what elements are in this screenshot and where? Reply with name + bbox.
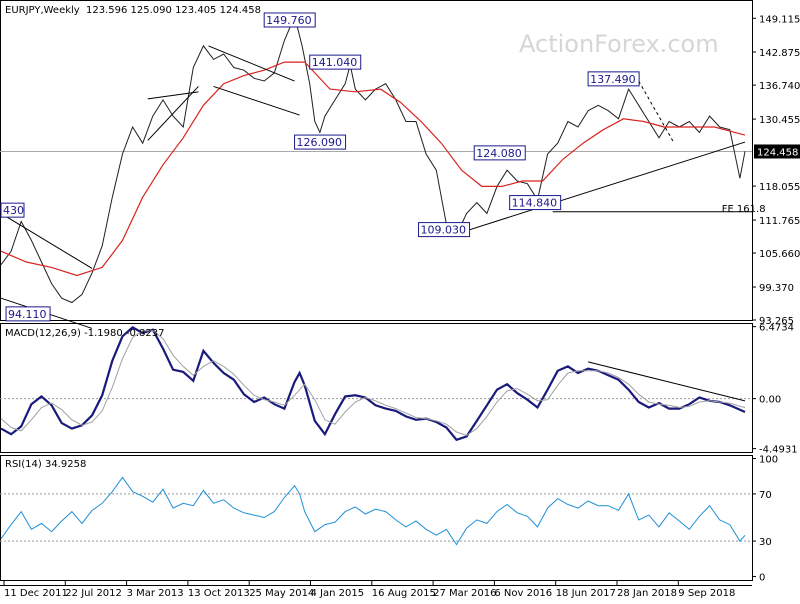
annotation-label: 149.760 — [266, 14, 312, 27]
price-tick-label: 105.660 — [759, 249, 800, 260]
ohlc-values: 123.596 125.090 123.405 124.458 — [86, 5, 261, 16]
annotation-label: 94.110 — [8, 308, 47, 321]
eurjpy-weekly-chart: ActionForex.com 149.115 142.875 136.740 130… — [0, 0, 800, 600]
price-tick-label: 118.055 — [759, 182, 800, 193]
x-tick-label: 4 Jan 2015 — [311, 588, 365, 599]
x-tick-label: 9 Sep 2018 — [678, 588, 735, 599]
macd-title: MACD(12,26,9) -1.1980 -0.8237 — [5, 328, 165, 339]
rsi-title: RSI(14) 34.9258 — [5, 459, 86, 470]
annotation-label: 141.040 — [312, 56, 358, 69]
rsi-tick-label: 100 — [759, 455, 778, 466]
price-tick-label: 136.740 — [759, 81, 800, 92]
annotation-label: 114.840 — [512, 197, 558, 210]
x-tick-label: 11 Dec 2011 — [4, 588, 68, 599]
annotation-label: 430 — [3, 204, 24, 217]
annotation-label: 124.080 — [476, 147, 522, 160]
x-tick-label: 25 May 2014 — [249, 588, 314, 599]
rsi-tick-label: 70 — [759, 490, 772, 501]
rsi-tick-label: 30 — [759, 537, 772, 548]
watermark: ActionForex.com — [519, 30, 719, 58]
x-tick-label: 16 Aug 2015 — [372, 588, 436, 599]
chart-root: ActionForex.com 149.115 142.875 136.740 130… — [0, 0, 800, 600]
annotation-label: 126.090 — [297, 136, 343, 149]
annotation-label: 109.030 — [421, 224, 467, 237]
macd-tick-label: 0.00 — [759, 395, 781, 406]
price-title: EURJPY,Weekly — [5, 5, 80, 16]
x-tick-label: 27 Mar 2016 — [433, 588, 496, 599]
rsi-tick-label: 0 — [759, 572, 765, 583]
price-tick-label: 130.455 — [759, 115, 800, 126]
fe-161-8-label: FE 161.8 — [722, 204, 766, 215]
last-price-label: 124.458 — [757, 147, 798, 158]
x-tick-label: 13 Oct 2013 — [188, 588, 250, 599]
x-tick-label: 18 Jun 2017 — [556, 588, 616, 599]
x-tick-label: 28 Jan 2018 — [617, 588, 677, 599]
x-tick-label: 22 Jul 2012 — [65, 588, 122, 599]
price-tick-label: 99.370 — [759, 283, 794, 294]
x-tick-label: 6 Nov 2016 — [494, 588, 552, 599]
price-tick-label: 142.875 — [759, 48, 800, 59]
price-tick-label: 149.115 — [759, 14, 800, 25]
annotation-label: 137.490 — [590, 73, 636, 86]
macd-tick-label: 6.4734 — [759, 323, 794, 334]
x-tick-label: 3 Mar 2013 — [127, 588, 184, 599]
price-tick-label: 111.765 — [759, 216, 800, 227]
